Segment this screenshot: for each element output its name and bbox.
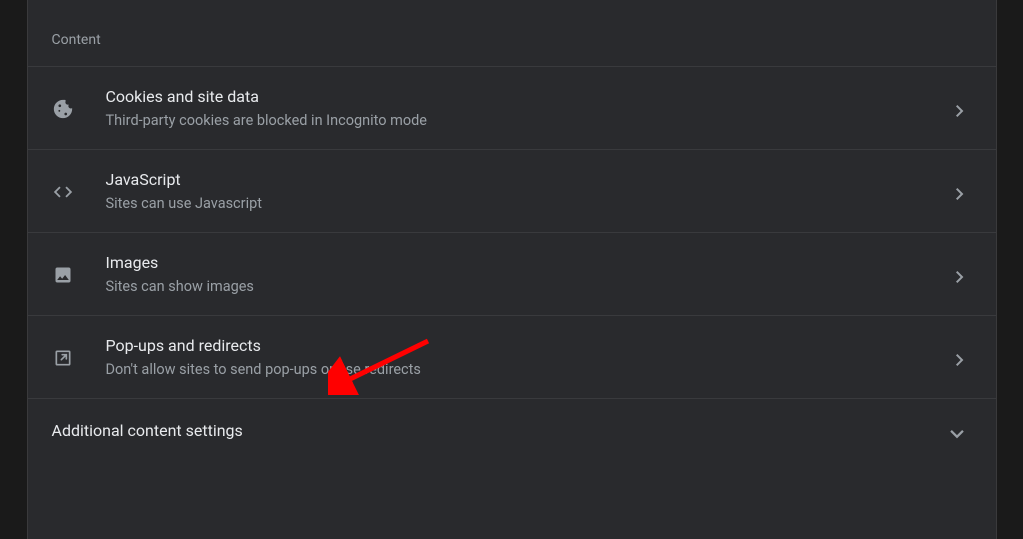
row-subtitle: Sites can use Javascript — [106, 195, 956, 212]
row-title: JavaScript — [106, 170, 956, 189]
row-subtitle: Sites can show images — [106, 278, 956, 295]
row-additional-settings[interactable]: Additional content settings — [28, 398, 996, 462]
cookie-icon — [52, 98, 74, 120]
row-content: Pop-ups and redirects Don't allow sites … — [106, 336, 956, 378]
chevron-right-icon — [956, 351, 964, 363]
row-cookies[interactable]: Cookies and site data Third-party cookie… — [28, 66, 996, 149]
chevron-down-icon — [950, 424, 964, 438]
row-images[interactable]: Images Sites can show images — [28, 232, 996, 315]
row-content: Images Sites can show images — [106, 253, 956, 295]
chevron-right-icon — [956, 102, 964, 114]
row-subtitle: Third-party cookies are blocked in Incog… — [106, 112, 956, 129]
code-icon — [52, 181, 74, 203]
additional-title: Additional content settings — [52, 421, 243, 440]
chevron-right-icon — [956, 185, 964, 197]
popup-icon — [52, 347, 74, 369]
row-title: Cookies and site data — [106, 87, 956, 106]
row-content: JavaScript Sites can use Javascript — [106, 170, 956, 212]
image-icon — [52, 264, 74, 286]
row-content: Cookies and site data Third-party cookie… — [106, 87, 956, 129]
row-popups[interactable]: Pop-ups and redirects Don't allow sites … — [28, 315, 996, 398]
row-subtitle: Don't allow sites to send pop-ups or use… — [106, 361, 956, 378]
row-title: Pop-ups and redirects — [106, 336, 956, 355]
row-title: Images — [106, 253, 956, 272]
row-javascript[interactable]: JavaScript Sites can use Javascript — [28, 149, 996, 232]
chevron-right-icon — [956, 268, 964, 280]
section-label: Content — [28, 0, 996, 66]
settings-panel: Content Cookies and site data Third-part… — [27, 0, 997, 539]
